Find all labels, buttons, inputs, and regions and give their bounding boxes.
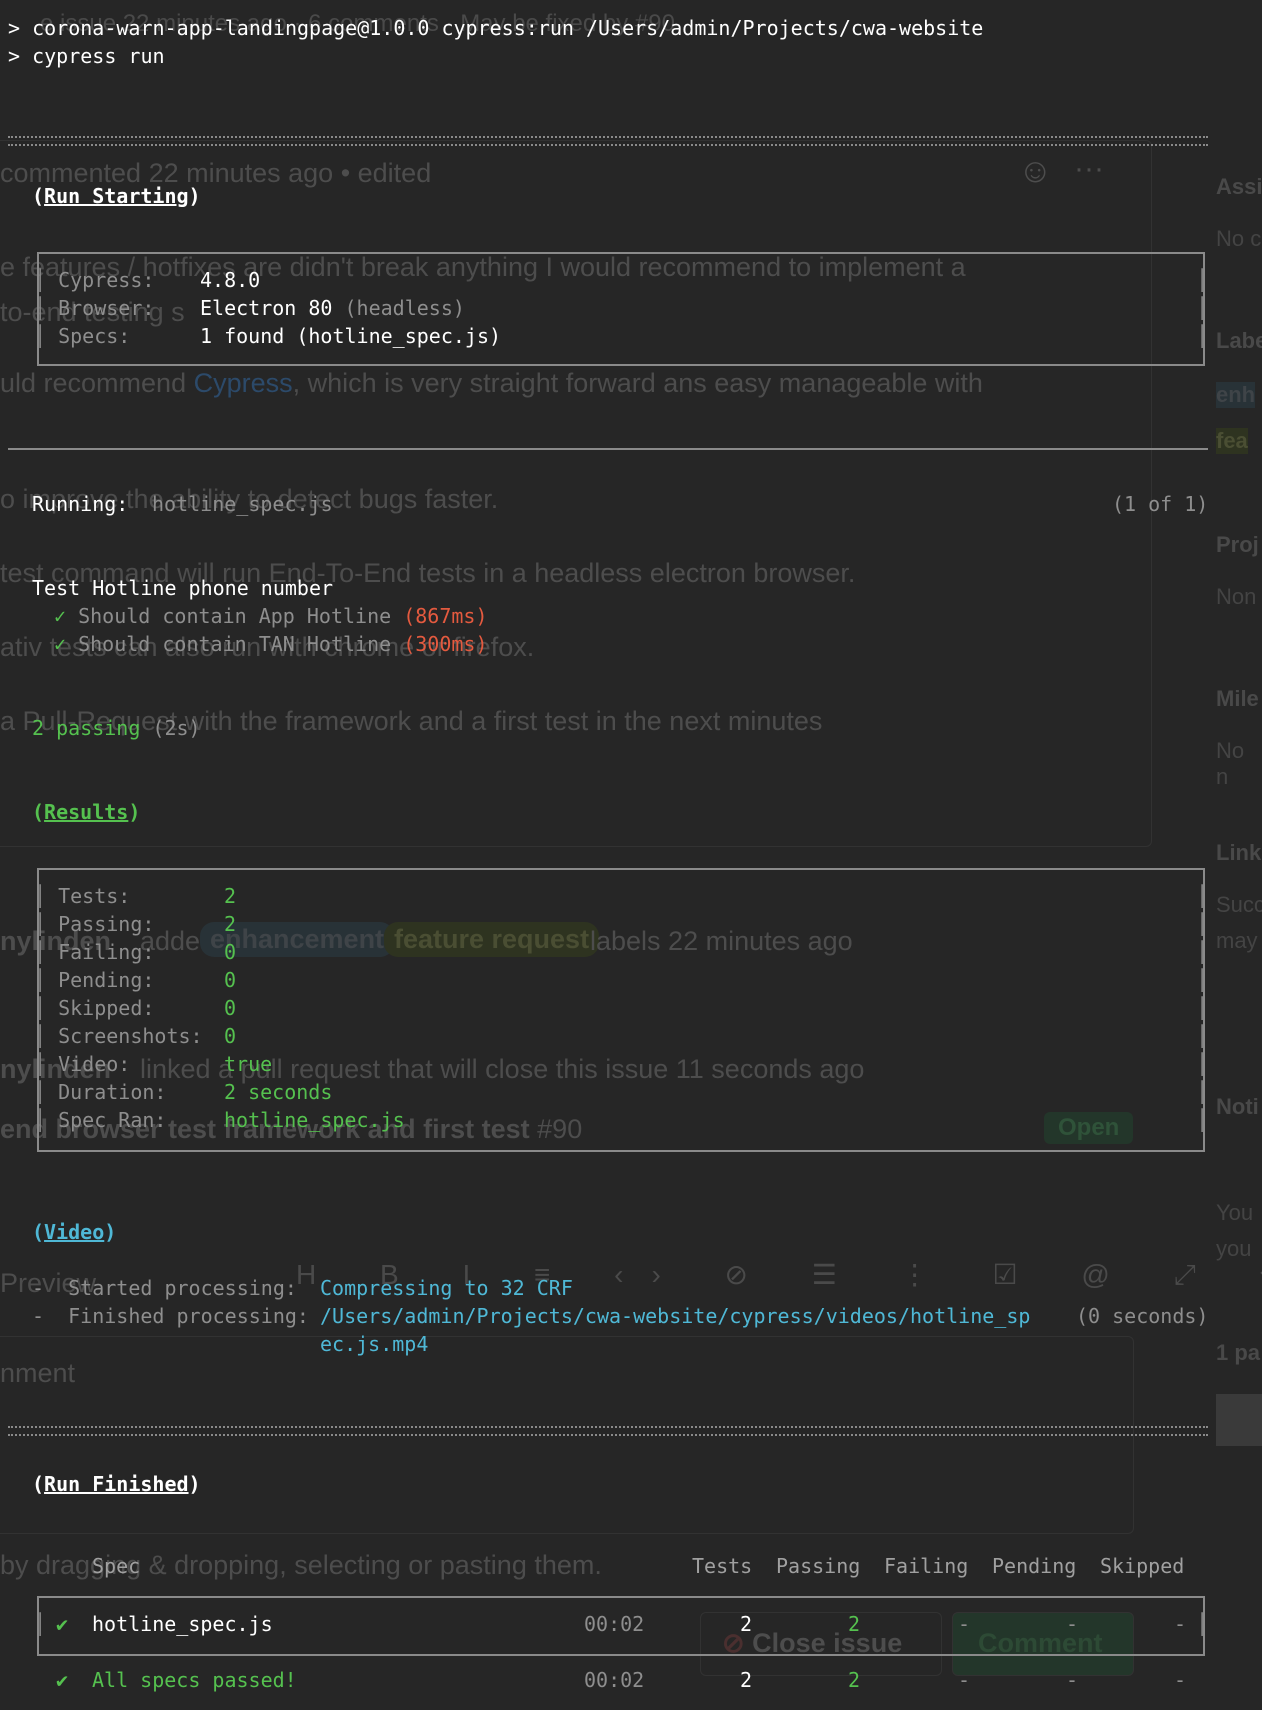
command-line-1: > corona-warn-app-landingpage@1.0.0 cypr…: [8, 16, 984, 40]
run-finished-header: (Run Finished): [32, 1472, 201, 1496]
sidebar-linked-1: Succ: [1216, 892, 1262, 917]
results-row-value: 2: [224, 884, 237, 908]
video-started-label: - Started processing:: [32, 1276, 297, 1300]
sidebar-linked[interactable]: Link: [1216, 840, 1261, 866]
video-header: (Video): [32, 1220, 117, 1244]
results-row-label: │ Duration:: [34, 1080, 167, 1104]
participant-avatar[interactable]: [1216, 1394, 1262, 1446]
separator-running: [8, 448, 1208, 450]
test-item-1: ✓ Should contain App Hotline (867ms): [54, 604, 488, 628]
run-info-cypress-value: 4.8.0: [200, 268, 261, 292]
spec-tests: 2: [740, 1612, 753, 1636]
sidebar-notifications[interactable]: Noti: [1216, 1094, 1259, 1120]
run-info-specs: │ Specs:: [34, 324, 131, 348]
all-specs-passed: All specs passed!: [92, 1668, 297, 1692]
check-icon: ✔: [56, 1668, 69, 1692]
running-count: (1 of 1): [1112, 492, 1209, 516]
video-path: /Users/admin/Projects/cwa-website/cypres…: [320, 1304, 1031, 1328]
total-time: 00:02: [584, 1668, 645, 1692]
results-row-value: true: [224, 1052, 273, 1076]
attach-hint: by dragging & dropping, selecting or pas…: [0, 1550, 602, 1580]
col-tests: Tests: [692, 1554, 753, 1578]
col-passing: Passing: [776, 1554, 861, 1578]
sidebar-label-enh: enh: [1216, 382, 1256, 408]
sidebar-milestone-value: No n: [1216, 738, 1245, 789]
suite-title: Test Hotline phone number: [32, 576, 334, 600]
sidebar-notif-1: You: [1216, 1200, 1254, 1225]
results-row-label: │ Pending:: [34, 968, 155, 992]
check-icon: ✔: [56, 1612, 69, 1636]
separator-top: [8, 136, 1208, 146]
video-finished-label: - Finished processing:: [32, 1304, 309, 1328]
results-row-label: │ Passing:: [34, 912, 155, 936]
results-header: (Results): [32, 800, 141, 824]
spec-skipped: -: [1174, 1612, 1187, 1636]
spec-passing: 2: [848, 1612, 861, 1636]
col-skipped: Skipped: [1100, 1554, 1185, 1578]
sidebar-projects[interactable]: Proj: [1216, 532, 1259, 558]
run-info-cypress: │ Cypress:: [34, 268, 155, 292]
results-row-value: 0: [224, 940, 237, 964]
video-path-cont: ec.js.mp4: [320, 1332, 429, 1356]
results-row-label: │ Tests:: [34, 884, 131, 908]
more-icon[interactable]: ···: [1074, 152, 1104, 186]
sidebar-milestone[interactable]: Mile: [1216, 686, 1259, 712]
spec-time: 00:02: [584, 1612, 645, 1636]
results-row-value: 2: [224, 912, 237, 936]
passing-summary: 2 passing (2s): [32, 716, 201, 740]
results-row-label: │ Video:: [34, 1052, 131, 1076]
running-label: Running:: [32, 492, 129, 516]
col-failing: Failing: [884, 1554, 969, 1578]
total-failing: -: [958, 1668, 971, 1692]
cypress-link[interactable]: Cypress: [194, 368, 293, 398]
results-box: [37, 868, 1205, 1152]
sidebar-labels[interactable]: Labe: [1216, 328, 1262, 354]
command-line-2: > cypress run: [8, 44, 165, 68]
test-item-2: ✓ Should contain TAN Hotline (300ms): [54, 632, 488, 656]
total-passing: 2: [848, 1668, 861, 1692]
sidebar-assignees-value: No c: [1216, 226, 1262, 251]
results-row-label: │ Screenshots:: [34, 1024, 203, 1048]
results-row-value: 0: [224, 996, 237, 1020]
run-info-browser: │ Browser:: [34, 296, 155, 320]
separator-bottom: [8, 1426, 1208, 1436]
col-pending: Pending: [992, 1554, 1077, 1578]
sidebar-participants: 1 pa: [1216, 1340, 1261, 1365]
run-info-browser-value: Electron 80 (headless): [200, 296, 465, 320]
sidebar-label-feat: fea: [1216, 428, 1248, 454]
check-icon: ✓: [54, 632, 67, 656]
results-row-label: │ Failing:: [34, 940, 155, 964]
total-tests: 2: [740, 1668, 753, 1692]
results-row-value: 0: [224, 1024, 237, 1048]
total-pending: -: [1066, 1668, 1079, 1692]
col-spec: Spec: [92, 1554, 141, 1578]
results-row-value: 0: [224, 968, 237, 992]
video-finished-time: (0 seconds): [1076, 1304, 1209, 1328]
sidebar-linked-2: may: [1216, 928, 1258, 953]
results-row-value: 2 seconds: [224, 1080, 333, 1104]
results-row-label: │ Spec Ran:: [34, 1108, 167, 1132]
sidebar-projects-value: Non: [1216, 584, 1257, 609]
run-starting-header: (Run Starting): [32, 184, 201, 208]
spec-pending: -: [1066, 1612, 1079, 1636]
smiley-icon[interactable]: ☺: [1018, 152, 1053, 191]
results-row-label: │ Skipped:: [34, 996, 155, 1020]
sidebar-assignees[interactable]: Assi: [1216, 174, 1262, 200]
spec-failing: -: [958, 1612, 971, 1636]
video-started-value: Compressing to 32 CRF: [320, 1276, 573, 1300]
comment-para-2: uld recommend Cypress, which is very str…: [0, 368, 983, 398]
comment-placeholder: nment: [0, 1358, 76, 1388]
total-skipped: -: [1174, 1668, 1187, 1692]
results-row-value: hotline_spec.js: [224, 1108, 405, 1132]
run-info-specs-value: 1 found (hotline_spec.js): [200, 324, 502, 348]
sidebar-notif-2: you: [1216, 1236, 1252, 1261]
spec-name: hotline_spec.js: [92, 1612, 273, 1636]
running-file: hotline_spec.js: [152, 492, 333, 516]
check-icon: ✓: [54, 604, 67, 628]
